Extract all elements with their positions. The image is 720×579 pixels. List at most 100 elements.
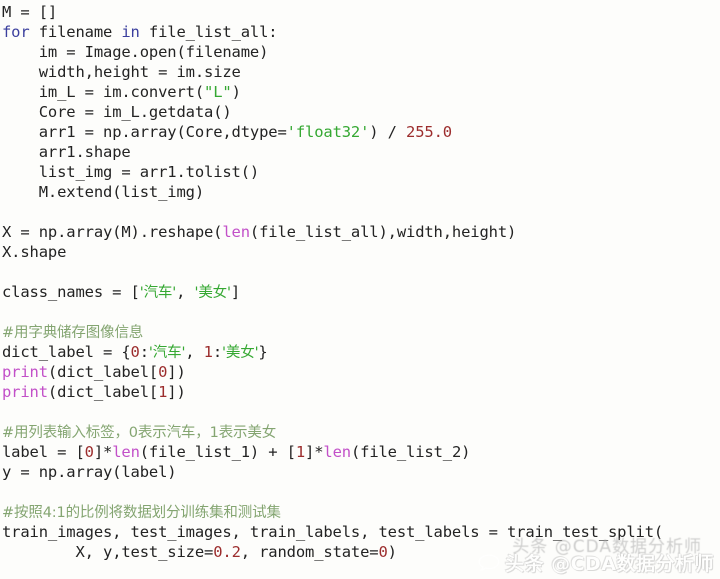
code-token-keyword: in	[121, 23, 140, 41]
code-token-plain: (file_list_2)	[350, 443, 471, 461]
code-token-plain: im = Image.open(filename)	[38, 43, 269, 61]
code-token-plain: :	[139, 343, 149, 361]
code-token-plain: ])	[167, 383, 186, 401]
code-token-builtin: len	[112, 443, 140, 461]
code-token-plain: }	[258, 343, 268, 361]
code-line: train_images, test_images, train_labels,…	[2, 522, 720, 542]
code-token-plain: M = []	[2, 3, 58, 21]
code-token-comment: #按照4:1的比例将数据划分训练集和测试集	[2, 505, 281, 521]
code-token-plain: class_names = [	[2, 283, 140, 301]
code-line: im = Image.open(filename)	[2, 42, 720, 62]
code-line: y = np.array(label)	[2, 462, 720, 482]
code-line: X, y,test_size=0.2, random_state=0)	[2, 542, 720, 562]
code-token-string: '美女'	[194, 285, 231, 301]
code-line: #用字典储存图像信息	[2, 322, 720, 342]
code-line: arr1.shape	[2, 142, 720, 162]
code-line: arr1 = np.array(Core,dtype='float32') / …	[2, 122, 720, 142]
code-line: dict_label = {0:'汽车', 1:'美女'}	[2, 342, 720, 362]
code-token-number: 0.2	[213, 543, 241, 561]
code-line: M.extend(list_img)	[2, 182, 720, 202]
code-token-keyword: for	[2, 23, 30, 41]
code-token-builtin: len	[323, 443, 351, 461]
code-token-number: 255.0	[406, 123, 452, 141]
code-token-plain: )	[387, 543, 397, 561]
code-token-plain: y = np.array(label)	[2, 463, 177, 481]
code-token-plain: ])	[167, 363, 186, 381]
code-token-plain: arr1.shape	[38, 143, 131, 161]
code-block: M = [] for filename in file_list_all: im …	[2, 2, 720, 562]
code-token-plain: M.extend(list_img)	[38, 183, 205, 201]
code-token-plain: width,height = im.size	[38, 63, 241, 81]
code-editor-surface: M = [] for filename in file_list_all: im …	[0, 0, 720, 579]
code-line: #用列表输入标签，0表示汽车，1表示美女	[2, 422, 720, 442]
code-token-string: '汽车'	[148, 345, 186, 361]
code-token-comment: #用列表输入标签，0表示汽车，1表示美女	[2, 425, 277, 441]
code-token-plain: ]	[230, 283, 241, 301]
code-token-string: '美女'	[222, 345, 259, 361]
code-token-plain: ) /	[369, 123, 407, 141]
code-token-plain: train_images, test_images, train_labels,…	[2, 523, 664, 541]
code-line: print(dict_label[1])	[2, 382, 720, 402]
code-token-plain: file_list_all:	[139, 23, 278, 41]
code-token-plain: (file_list_1) + [	[139, 443, 296, 461]
code-token-string: "L"	[204, 83, 232, 101]
code-line: print(dict_label[0])	[2, 362, 720, 382]
code-line: width,height = im.size	[2, 62, 720, 82]
code-token-string: '汽车'	[139, 285, 177, 301]
code-line: for filename in file_list_all:	[2, 22, 720, 42]
code-token-number: 0	[84, 443, 94, 461]
code-line: label = [0]*len(file_list_1) + [1]*len(f…	[2, 442, 720, 462]
code-token-number: 1	[295, 443, 306, 461]
code-token-plain: X = np.array(M).reshape(	[2, 223, 223, 241]
code-token-plain: label = [	[2, 443, 85, 461]
code-token-plain: ,	[185, 343, 204, 361]
code-line: #按照4:1的比例将数据划分训练集和测试集	[2, 502, 720, 522]
code-token-number: 0	[130, 343, 140, 361]
code-token-plain: (file_list_all),width,height)	[249, 223, 517, 241]
code-token-plain: ,	[176, 283, 195, 301]
code-token-plain: X.shape	[2, 243, 67, 261]
code-token-plain: X, y,test_size=	[75, 543, 214, 561]
code-token-plain: (dict_label[	[47, 363, 159, 381]
code-token-plain: list_img = arr1.tolist()	[38, 163, 260, 181]
code-token-plain: (dict_label[	[47, 383, 159, 401]
code-token-plain: im_L = im.convert(	[38, 83, 205, 101]
code-token-plain: ]*	[305, 443, 324, 461]
code-line: im_L = im.convert("L")	[2, 82, 720, 102]
code-line: class_names = ['汽车', '美女']	[2, 282, 720, 302]
code-token-plain: filename	[29, 23, 122, 41]
code-token-plain: )	[231, 83, 241, 101]
code-line: list_img = arr1.tolist()	[2, 162, 720, 182]
code-token-string: 'float32'	[286, 123, 370, 141]
code-token-builtin: len	[222, 223, 250, 241]
code-token-plain: dict_label = {	[2, 343, 131, 361]
code-line: M = []	[2, 2, 720, 22]
code-token-plain: , random_state=	[240, 543, 379, 561]
code-token-plain: :	[212, 343, 223, 361]
code-token-plain: arr1 = np.array(Core,dtype=	[38, 123, 287, 141]
code-line: Core = im_L.getdata()	[2, 102, 720, 122]
code-token-plain: Core = im_L.getdata()	[38, 103, 232, 121]
code-line: X = np.array(M).reshape(len(file_list_al…	[2, 222, 720, 242]
code-token-plain: ]*	[93, 443, 113, 461]
code-token-builtin: print	[2, 363, 48, 381]
code-token-builtin: print	[2, 383, 48, 401]
code-token-number: 0	[158, 363, 168, 381]
code-token-number: 1	[158, 383, 168, 401]
code-line: X.shape	[2, 242, 720, 262]
code-token-comment: #用字典储存图像信息	[2, 325, 144, 341]
